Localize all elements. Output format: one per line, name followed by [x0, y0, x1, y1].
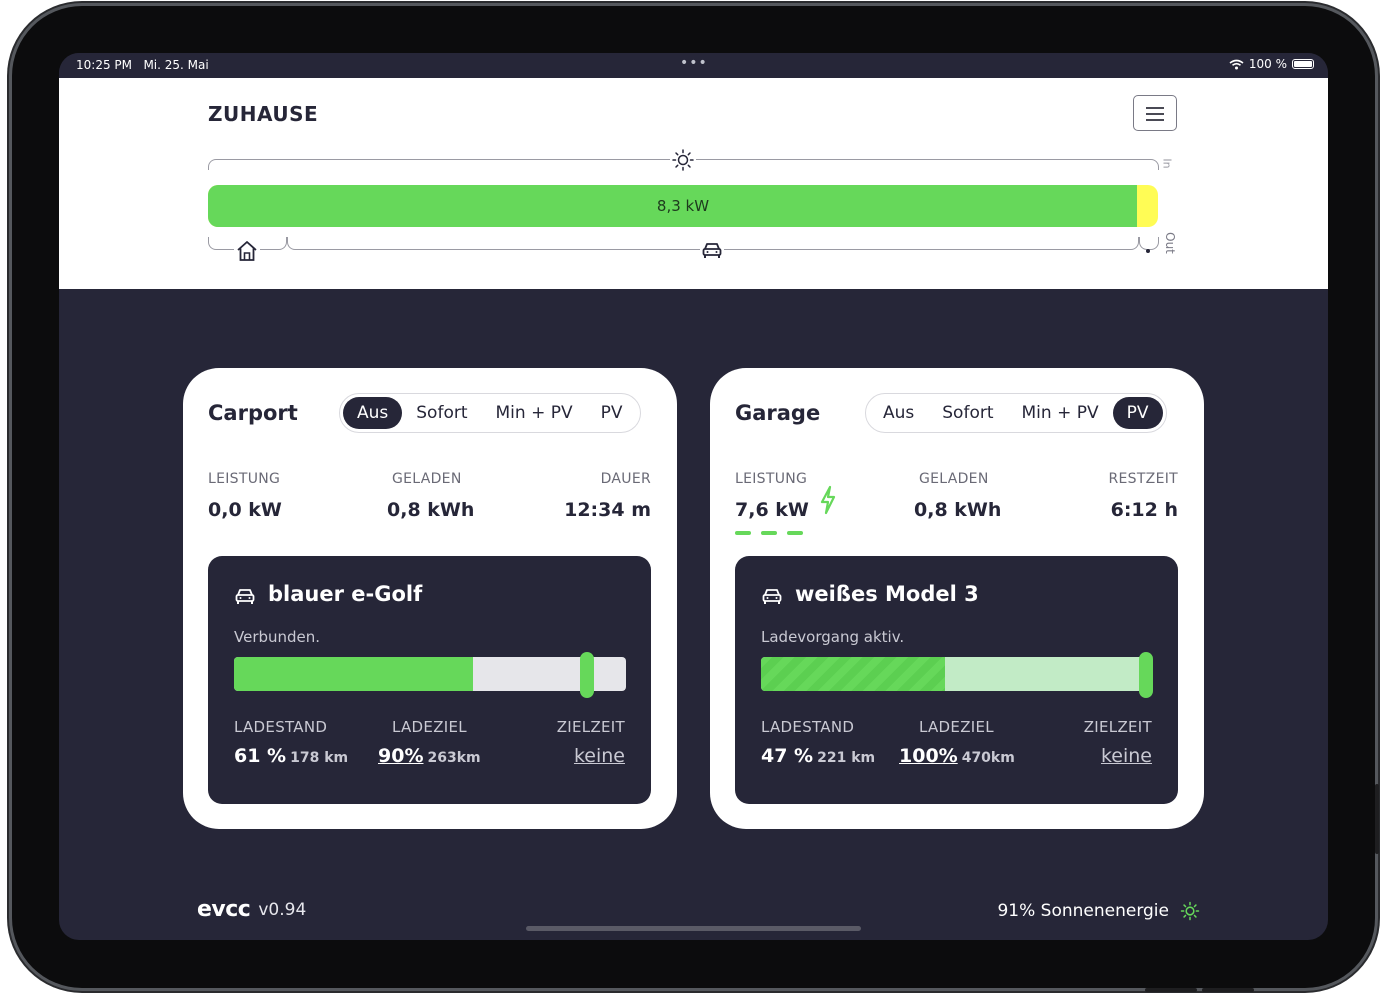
target-time-link[interactable]: keine: [574, 745, 625, 767]
loadpoint-card-garage: Garage Aus Sofort Min + PV PV LEISTUNG 7…: [710, 368, 1204, 829]
soc-label: LADESTAND: [234, 718, 328, 736]
remaining-time-label: RESTZEIT: [1108, 471, 1178, 487]
solar-share: 91% Sonnenenergie: [997, 900, 1201, 922]
sun-icon-green: [1180, 901, 1200, 921]
grid-in-label: In: [1160, 158, 1174, 169]
vehicle-name: weißes Model 3: [795, 582, 979, 606]
charging-bolt-icon: [820, 485, 836, 515]
top-button-2: [1202, 988, 1254, 992]
sun-icon: [670, 147, 696, 173]
vehicle-status: Verbunden.: [234, 628, 321, 646]
target-soc-label: LADEZIEL: [919, 718, 994, 736]
power-label: LEISTUNG: [735, 471, 808, 487]
multitasking-dots[interactable]: •••: [680, 55, 708, 71]
mode-selector: Aus Sofort Min + PV PV: [865, 393, 1167, 433]
mode-selector: Aus Sofort Min + PV PV: [339, 393, 641, 433]
vehicle-panel: weißes Model 3 Ladevorgang aktiv. LADEST…: [735, 556, 1178, 804]
vehicle-car-icon: [760, 586, 784, 610]
target-time-label: ZIELZEIT: [556, 718, 625, 736]
solar-share-text: 91% Sonnenenergie: [997, 901, 1169, 921]
soc-fill-charging: [761, 657, 946, 691]
power-value: 7,6 kW: [735, 499, 809, 521]
soc-label: LADESTAND: [761, 718, 855, 736]
app-screen: 10:25 PM Mi. 25. Mai ••• 100 % ZUHAUSE I…: [59, 53, 1328, 940]
power-total: 8,3 kW: [656, 197, 710, 215]
mode-button-minpv[interactable]: Min + PV: [1008, 397, 1113, 429]
export-bracket: [1139, 237, 1159, 250]
site-header: ZUHAUSE In 8,3 kW Out: [59, 78, 1328, 289]
mode-button-sofort[interactable]: Sofort: [402, 397, 481, 429]
power-label: LEISTUNG: [208, 471, 281, 487]
target-time-label: ZIELZEIT: [1083, 718, 1152, 736]
mode-button-sofort[interactable]: Sofort: [928, 397, 1007, 429]
vehicle-car-icon: [233, 586, 257, 610]
duration-value: 12:34 m: [564, 499, 651, 521]
mode-button-pv[interactable]: PV: [587, 397, 637, 429]
duration-label: DAUER: [600, 471, 651, 487]
mode-button-pv[interactable]: PV: [1112, 397, 1163, 429]
soc-value: 47 % 221 km: [761, 745, 876, 767]
power-value: 0,0 kW: [208, 499, 282, 521]
evcc-logo[interactable]: evcc: [197, 897, 251, 922]
charged-value: 0,8 kWh: [387, 499, 475, 521]
charged-value: 0,8 kWh: [914, 499, 1002, 521]
site-title: ZUHAUSE: [208, 102, 319, 126]
vehicle-name: blauer e-Golf: [268, 582, 423, 606]
mode-button-aus[interactable]: Aus: [343, 397, 403, 429]
target-soc-handle[interactable]: [1139, 652, 1153, 698]
home-indicator[interactable]: [526, 926, 861, 931]
loadpoint-title: Garage: [735, 401, 821, 425]
charged-label: GELADEN: [919, 471, 989, 487]
vehicle-status: Ladevorgang aktiv.: [761, 628, 905, 646]
target-time-link[interactable]: keine: [1101, 745, 1152, 767]
status-bar: 10:25 PM Mi. 25. Mai ••• 100 %: [59, 53, 1328, 78]
version-label[interactable]: v0.94: [258, 900, 306, 920]
menu-button[interactable]: [1133, 95, 1177, 131]
target-soc-label: LADEZIEL: [392, 718, 467, 736]
footer-branding: evcc v0.94: [197, 897, 306, 922]
car-icon: [700, 240, 724, 260]
export-dot: [1146, 249, 1150, 253]
top-button-1: [1145, 988, 1197, 992]
soc-bar: [234, 657, 626, 691]
charged-label: GELADEN: [392, 471, 462, 487]
mode-button-aus[interactable]: Aus: [869, 397, 928, 429]
target-soc-handle[interactable]: [579, 652, 594, 698]
soc-value: 61 % 178 km: [234, 745, 349, 767]
power-bar: 8,3 kW: [208, 185, 1158, 227]
remaining-time-value: 6:12 h: [1110, 499, 1178, 521]
soc-bar: [761, 657, 1153, 691]
mode-button-minpv[interactable]: Min + PV: [482, 397, 587, 429]
battery-icon: [1292, 59, 1314, 69]
vehicle-panel: blauer e-Golf Verbunden. LADESTAND 61 % 1…: [208, 556, 651, 804]
wifi-icon: [1229, 59, 1244, 69]
status-time: 10:25 PM Mi. 25. Mai: [76, 58, 209, 72]
target-soc-value[interactable]: 100% 470km: [899, 745, 1015, 767]
loadpoint-title: Carport: [208, 401, 298, 425]
grid-out-label: Out: [1162, 232, 1177, 254]
volume-button: [1375, 784, 1379, 854]
charging-indicator: [735, 531, 803, 535]
soc-fill: [234, 657, 474, 691]
loadpoint-card-carport: Carport Aus Sofort Min + PV PV LEISTUNG …: [183, 368, 677, 829]
target-soc-value[interactable]: 90% 263km: [378, 745, 481, 767]
battery-percent: 100 %: [1248, 57, 1287, 71]
house-icon: [234, 238, 260, 264]
